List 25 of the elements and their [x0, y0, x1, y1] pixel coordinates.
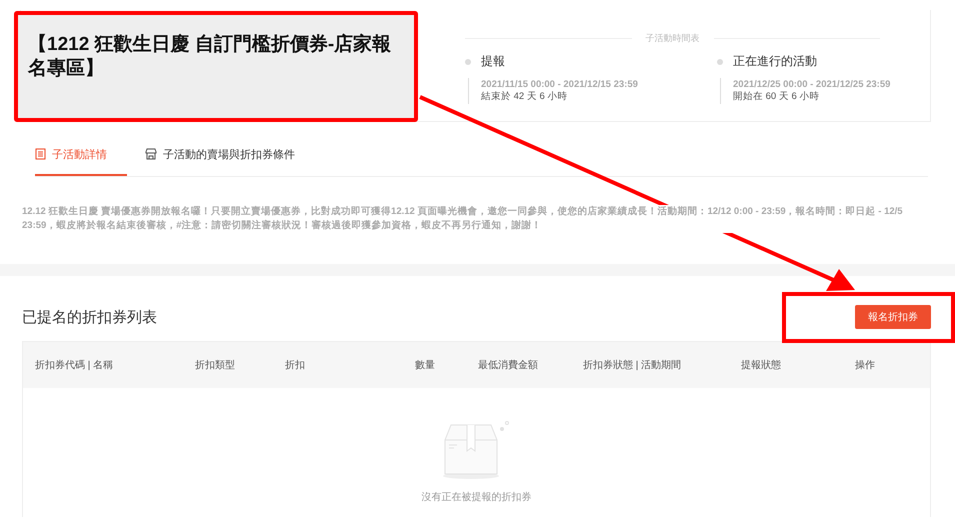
column-header: 折扣類型	[195, 358, 236, 372]
column-header: 提報狀態	[741, 358, 782, 372]
phase-name: 提報	[481, 53, 505, 70]
timeline-dot	[717, 58, 723, 64]
phase-period: 2021/11/15 00:00 - 2021/12/15 23:59	[481, 79, 639, 90]
column-header: 折扣券狀態 | 活動期間	[583, 358, 682, 372]
phase-period: 2021/12/25 00:00 - 2021/12/25 23:59	[733, 79, 892, 90]
tab[interactable]: 子活動詳情	[35, 134, 127, 176]
tab[interactable]: 子活動的賣場與折扣券條件	[145, 134, 309, 176]
shop-icon	[145, 148, 157, 160]
register-coupon-button[interactable]: 報名折扣券	[855, 305, 931, 329]
column-header: 折扣	[285, 358, 306, 372]
list-title: 已提名的折扣券列表	[22, 308, 157, 326]
phase-countdown: 結束於 42 天 6 小時	[481, 90, 568, 103]
column-header: 折扣券代碼 | 名稱	[35, 358, 114, 372]
schedule-heading: 子活動時間表	[646, 32, 700, 45]
phase-name: 正在進行的活動	[733, 53, 817, 70]
column-header: 數量	[415, 359, 436, 372]
column-header: 操作	[855, 359, 876, 372]
column-header: 最低消費金額	[478, 358, 539, 372]
empty-message: 沒有正在被提報的折扣券	[422, 490, 532, 504]
page-title: 【1212 狂歡生日慶 自訂門檻折價券-店家報名專區】	[14, 11, 418, 122]
timeline-dot	[465, 58, 471, 64]
document-icon	[35, 148, 46, 160]
phase-countdown: 開始在 60 天 6 小時	[733, 90, 820, 103]
